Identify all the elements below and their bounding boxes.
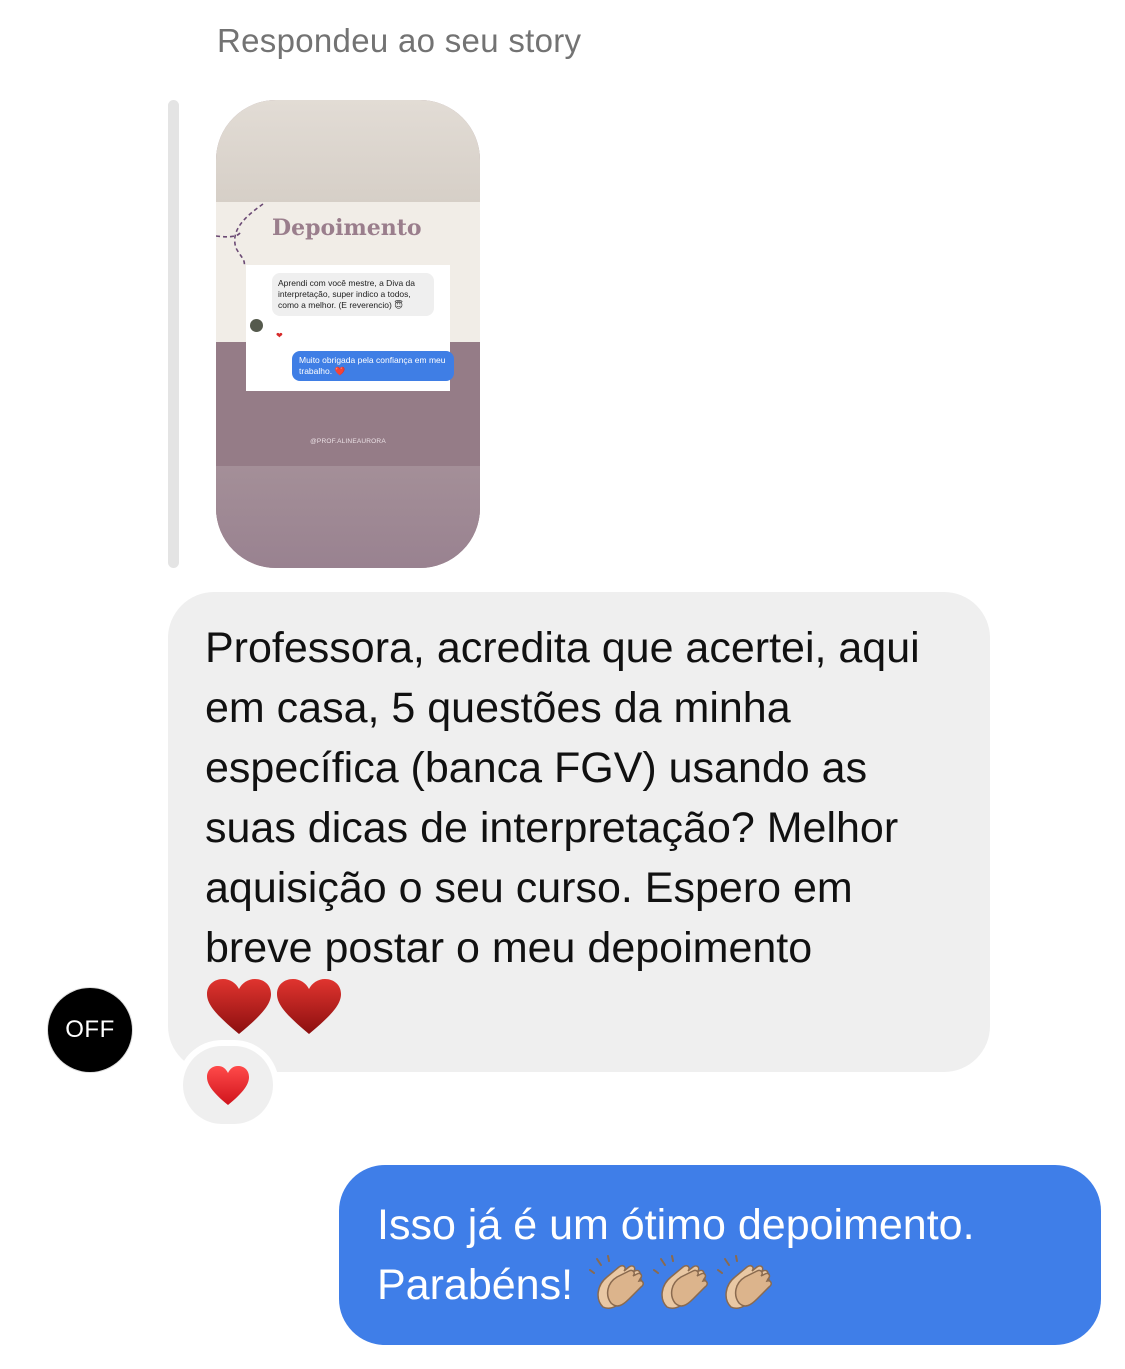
story-chat-screenshot: Aprendi com você mestre, a Diva da inter… [246,265,454,391]
story-handle: @PROF.ALINEAURORA [310,438,386,445]
clapping-hands-icon [652,1255,708,1310]
clapping-hands-icon [716,1255,772,1310]
avatar-label: OFF [65,1016,115,1043]
message-reaction[interactable] [183,1046,273,1124]
heart-icon [207,1065,249,1105]
clapping-hands-icon [588,1255,644,1310]
story-avatar [250,319,263,332]
dm-conversation: Respondeu ao seu story Depoimento Aprend… [0,0,1125,1369]
heart-emoji-pair [205,978,345,1052]
story-title: Depoimento [272,215,422,241]
incoming-message[interactable]: Professora, acredita que acertei, aqui e… [168,592,990,1072]
outgoing-message[interactable]: Isso já é um ótimo depoimento. Parabéns! [339,1165,1101,1345]
avatar[interactable]: OFF [48,988,132,1072]
reply-quote-bar [168,100,179,568]
story-reply-caption: Respondeu ao seu story [217,22,582,59]
story-outgoing-message: Muito obrigada pela confiança em meu tra… [292,351,454,381]
heart-icon: ❤ [276,331,283,340]
story-incoming-message: Aprendi com você mestre, a Diva da inter… [272,273,434,316]
story-thumbnail[interactable]: Depoimento Aprendi com você mestre, a Di… [216,100,480,568]
incoming-message-text: Professora, acredita que acertei, aqui e… [205,624,920,972]
heart-icon [207,979,341,1034]
